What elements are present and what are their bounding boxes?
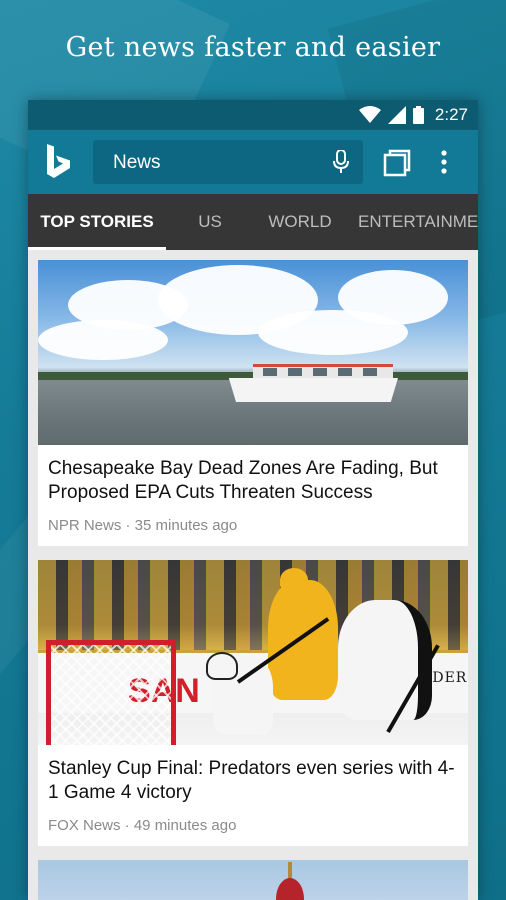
status-bar: 2:27 (28, 100, 478, 130)
search-box[interactable]: News (93, 140, 363, 184)
tabs-icon[interactable] (383, 149, 411, 177)
tab-world[interactable]: WORLD (254, 194, 346, 250)
status-time: 2:27 (434, 105, 468, 124)
signal-icon (387, 106, 406, 124)
article-image-hockey[interactable]: SAN ANDERBILT (38, 560, 468, 745)
article-meta: FOX News · 49 minutes ago (48, 817, 237, 834)
article-title[interactable]: Chesapeake Bay Dead Zones Are Fading, Bu… (48, 457, 458, 505)
phone-frame: 2:27 News TOP STORIES US WORLD ENTERTAIN… (28, 100, 478, 900)
tab-top-stories[interactable]: TOP STORIES (28, 194, 166, 250)
microphone-icon[interactable] (333, 150, 349, 174)
tab-us[interactable]: US (166, 194, 254, 250)
bing-logo[interactable] (44, 144, 74, 180)
news-feed: Chesapeake Bay Dead Zones Are Fading, Bu… (38, 260, 468, 900)
article-title[interactable]: Stanley Cup Final: Predators even series… (48, 757, 458, 805)
article-image-boat[interactable] (38, 260, 468, 445)
article-card[interactable]: SAN ANDERBILT Stanley Cup Final: Predato… (38, 560, 468, 846)
article-card[interactable] (38, 860, 468, 900)
article-image-dome[interactable] (38, 860, 468, 900)
tab-entertainment[interactable]: ENTERTAINME (358, 194, 478, 250)
battery-icon (412, 106, 424, 124)
promo-headline: Get news faster and easier (65, 32, 441, 63)
category-tabs: TOP STORIES US WORLD ENTERTAINME (28, 194, 478, 250)
article-card[interactable]: Chesapeake Bay Dead Zones Are Fading, Bu… (38, 260, 468, 546)
more-vert-icon[interactable] (441, 150, 447, 174)
app-bar: News (28, 130, 478, 194)
search-query[interactable]: News (113, 152, 161, 174)
wifi-icon (358, 106, 381, 123)
article-meta: NPR News · 35 minutes ago (48, 517, 238, 534)
